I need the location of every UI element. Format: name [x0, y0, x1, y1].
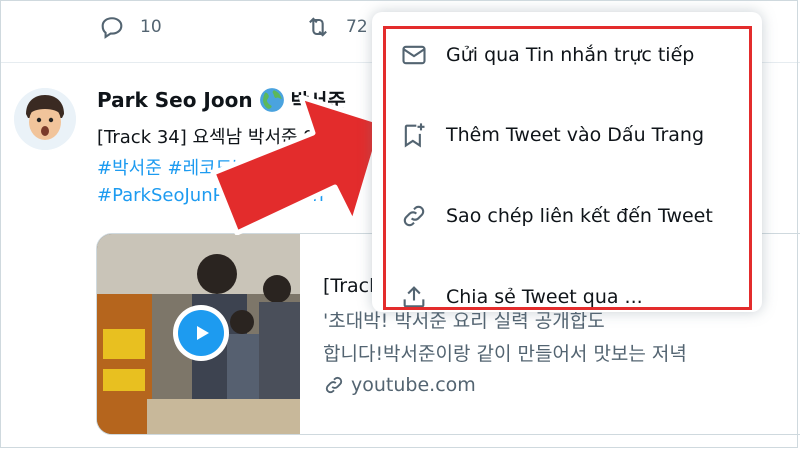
play-icon — [197, 326, 209, 340]
card-domain-text: youtube.com — [351, 374, 476, 396]
retweet-icon — [309, 17, 327, 37]
red-arrow-annotation — [210, 95, 386, 235]
highlight-box-annotation — [383, 26, 752, 310]
retweet-count: 72 — [346, 17, 368, 37]
play-button[interactable] — [173, 305, 229, 361]
reply-icon — [101, 17, 123, 39]
card-domain: youtube.com — [323, 374, 476, 396]
retweet-action[interactable]: 72 — [304, 13, 368, 41]
reply-count: 10 — [140, 17, 162, 37]
avatar[interactable] — [14, 88, 76, 150]
card-description: 합니다!박서준이랑 같이 만들어서 맛보는 저녁 — [323, 343, 687, 365]
reply-action[interactable]: 10 — [98, 13, 162, 41]
link-icon — [325, 376, 343, 394]
